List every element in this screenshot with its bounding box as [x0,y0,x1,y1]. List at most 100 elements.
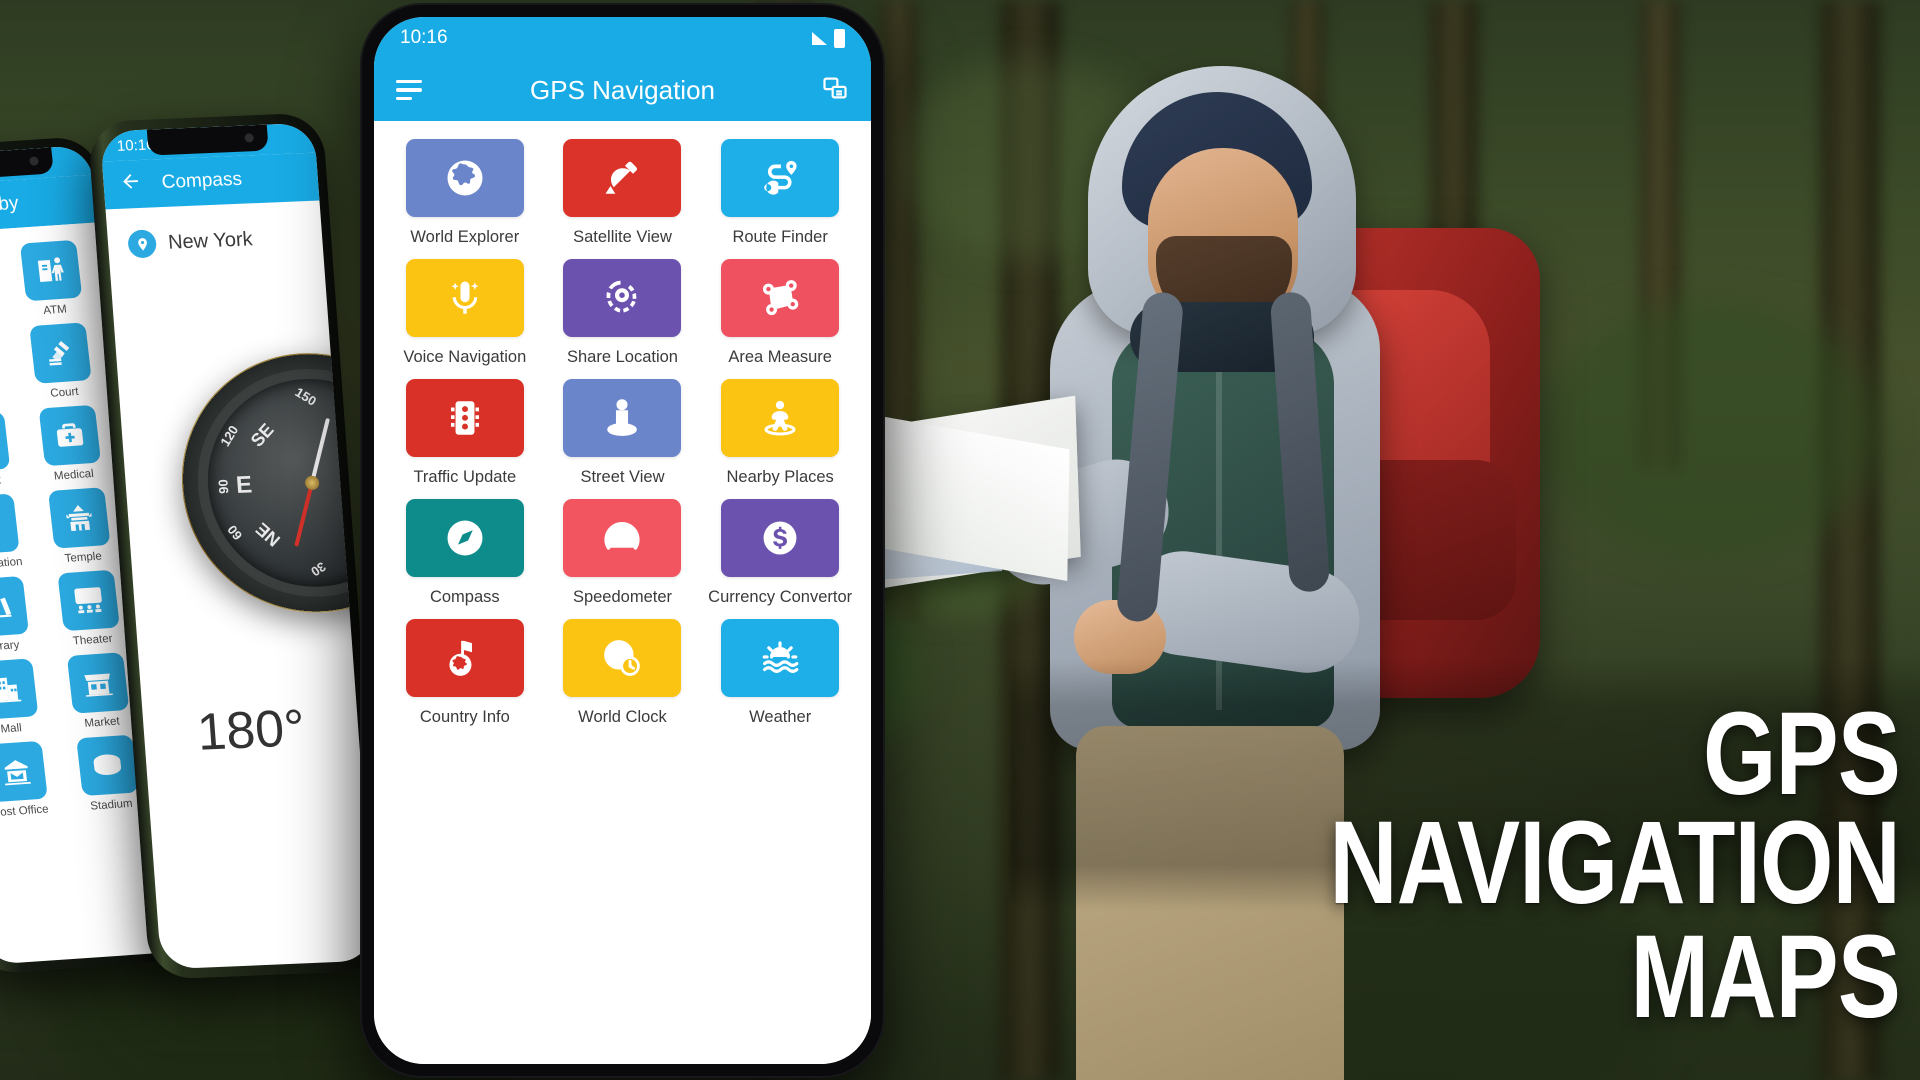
nearby-cell-library[interactable]: Library [0,575,43,655]
feature-label: Nearby Places [726,468,834,486]
nearby-cell-mall[interactable]: Mall [0,658,52,738]
phone-frame: 10:16 GPS Navigation World Explorer Sate… [360,3,885,1078]
feature-cell-compass[interactable]: Compass [390,499,540,615]
nearby-places-icon[interactable] [721,379,840,457]
nearby-label: Temple [64,550,103,565]
feature-label: Speedometer [572,588,673,606]
nearby-label: Theater [72,632,114,648]
nearby-cell-church[interactable]: Church [0,328,15,408]
nearby-label: Library [0,639,21,654]
feature-label: World Clock [578,708,667,726]
traffic-light-icon[interactable] [405,379,524,457]
compass-icon[interactable] [405,499,524,577]
app-bar-title: Nearby [0,192,20,218]
medical-kit-icon[interactable] [38,404,101,467]
feature-cell-country-info[interactable]: Country Info [390,619,540,735]
nearby-label: Mall [0,722,23,736]
feature-cell-route-finder[interactable]: Route Finder [705,139,855,255]
phone-screen: 10:16 GPS Navigation World Explorer Sate… [374,17,871,1064]
title-line-2: MAPS [1630,911,1900,1044]
nearby-cell-temple[interactable]: Temple [35,486,124,566]
feature-label: Traffic Update [413,468,517,486]
theater-icon[interactable] [56,569,120,632]
nearby-label: Dentist [0,474,2,488]
nearby-label: Court [49,385,80,400]
app-bar-title: GPS Navigation [530,74,715,105]
feature-label: Voice Navigation [403,348,527,366]
location-city: New York [167,227,254,254]
books-icon[interactable] [0,575,29,638]
tooth-icon[interactable] [0,411,10,473]
compass-cardinal-e: E [235,471,254,500]
map-switch-icon[interactable] [821,74,849,107]
sun-waves-icon[interactable] [721,619,840,697]
mall-icon[interactable] [0,658,38,720]
gavel-icon[interactable] [28,322,92,384]
feature-cell-street-view[interactable]: Street View [548,379,698,495]
feature-grid: World Explorer Satellite View Route Finder… [374,121,871,1064]
title-overlay: GPS NAVIGATION MAPS [1010,660,1920,1044]
market-icon[interactable] [66,652,129,714]
fuel-pump-icon[interactable] [0,493,20,555]
feature-label: Area Measure [728,348,832,366]
feature-cell-world-clock[interactable]: World Clock [548,619,698,735]
current-location-row[interactable]: New York [106,200,324,259]
feature-cell-speedometer[interactable]: Speedometer [548,499,698,615]
nearby-cell-post-office[interactable]: Post Office [0,740,62,820]
satellite-dish-icon[interactable] [563,139,682,217]
feature-cell-share-location[interactable]: Share Location [548,259,698,375]
atm-icon[interactable] [19,239,82,302]
title-line-1: GPS NAVIGATION [1329,688,1900,929]
compass-cardinal-se: SE [246,419,278,451]
nearby-cell-medical[interactable]: Medical [26,404,115,484]
feature-cell-area-measure[interactable]: Area Measure [705,259,855,375]
area-polygon-icon[interactable] [721,259,840,337]
nearby-cell-airport[interactable]: Airport [0,245,5,325]
share-location-pin-icon[interactable] [563,259,682,337]
back-arrow-icon[interactable] [119,170,143,199]
nearby-cell-court[interactable]: Court [16,322,105,402]
compass-mark-60: 60 [224,522,246,543]
flag-globe-icon[interactable] [405,619,524,697]
feature-label: Weather [749,708,812,726]
status-bar: 10:16 [374,17,871,59]
nearby-label: Gas Station [0,555,24,572]
feature-label: Currency Convertor [708,588,853,606]
compass-heading-value: 180° [195,699,307,762]
temple-icon[interactable] [47,487,110,549]
feature-cell-currency-convertor[interactable]: Currency Convertor [705,499,855,615]
main-phone: 10:16 GPS Navigation World Explorer Sate… [360,3,885,1078]
dollar-circle-icon[interactable] [721,499,840,577]
compass-hub [304,475,320,491]
app-bar: GPS Navigation [374,59,871,121]
feature-label: Satellite View [573,228,672,246]
compass-mark-90: 90 [215,479,232,495]
feature-label: Street View [580,468,665,486]
nearby-cell-gas-station[interactable]: Gas Station [0,493,34,573]
app-bar-title: Compass [160,168,243,194]
microphone-sparkle-icon[interactable] [405,259,524,337]
nearby-cell-dentist[interactable]: Dentist [0,410,24,490]
nearby-cell-atm[interactable]: ATM [7,239,96,319]
stadium-icon[interactable] [75,734,139,797]
feature-cell-traffic-update[interactable]: Traffic Update [390,379,540,495]
feature-label: World Explorer [410,228,520,246]
nearby-label: Stadium [89,797,134,813]
nearby-label: Post Office [0,803,50,820]
street-view-person-icon[interactable] [563,379,682,457]
status-time: 10:16 [400,27,448,48]
feature-cell-satellite-view[interactable]: Satellite View [548,139,698,255]
location-pin-icon [127,229,158,259]
feature-label: Route Finder [732,228,828,246]
nearby-label: ATM [42,303,68,318]
route-path-icon[interactable] [721,139,840,217]
feature-cell-world-explorer[interactable]: World Explorer [390,139,540,255]
feature-cell-nearby-places[interactable]: Nearby Places [705,379,855,495]
feature-cell-voice-navigation[interactable]: Voice Navigation [390,259,540,375]
hamburger-menu-icon[interactable] [396,79,422,101]
globe-clock-icon[interactable] [563,619,682,697]
feature-cell-weather[interactable]: Weather [705,619,855,735]
globe-grid-icon[interactable] [405,139,524,217]
speedometer-icon[interactable] [563,499,682,577]
post-office-icon[interactable] [0,740,48,803]
